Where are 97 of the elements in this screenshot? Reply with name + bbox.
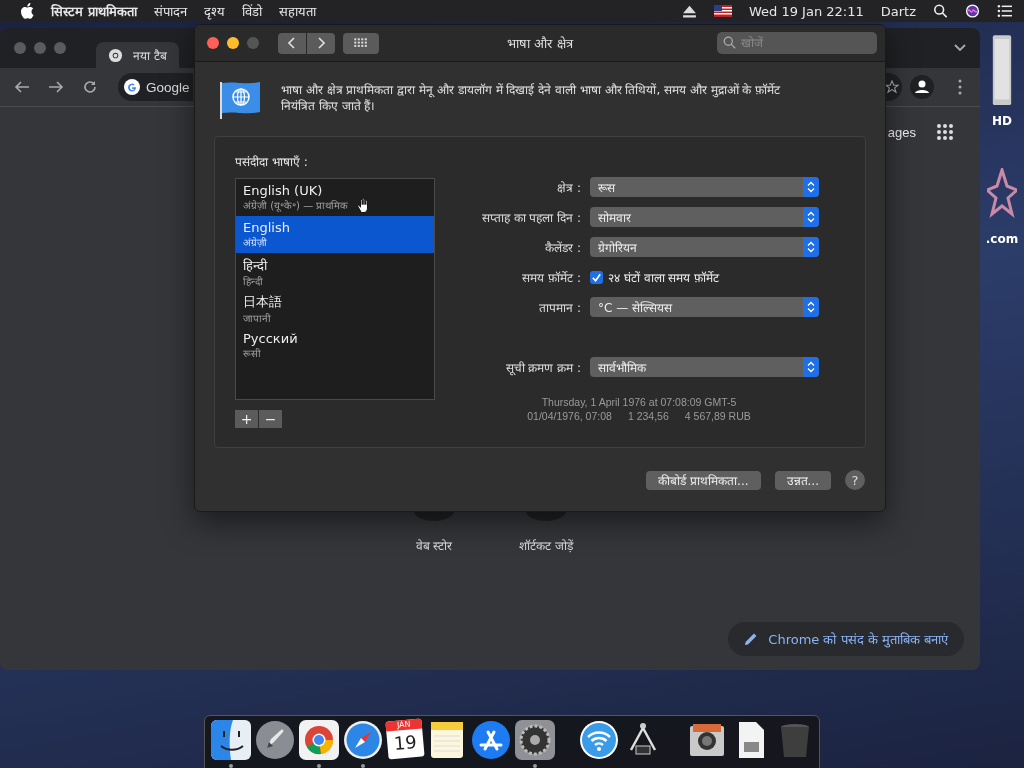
push-button[interactable]: उन्नत... xyxy=(774,470,831,490)
menu-item[interactable]: सहायता xyxy=(278,2,316,20)
window-title: भाषा और क्षेत्र xyxy=(507,35,573,52)
checkbox[interactable] xyxy=(590,270,603,284)
shortcut-label[interactable]: वेब स्टोर xyxy=(415,537,453,554)
up-down-chevrons-icon xyxy=(807,301,815,313)
sample-value: 4 567,89 RUB xyxy=(684,409,751,423)
remove-button[interactable]: − xyxy=(259,410,282,428)
language-item[interactable]: English अंग्रेज़ी xyxy=(236,216,434,253)
smiling-face-icon[interactable] xyxy=(211,720,251,760)
sample-value: 1 234,56 xyxy=(627,409,669,423)
sample-date: Thursday, 1 April 1976 at 07:08:09 GMT-5 xyxy=(541,395,737,409)
reload-icon[interactable] xyxy=(82,79,98,95)
gear-icon[interactable] xyxy=(515,720,555,760)
grid-icon xyxy=(354,38,368,48)
show-all-button[interactable] xyxy=(343,32,379,54)
chevron-right-icon xyxy=(317,37,325,49)
menu-item[interactable]: विंडो xyxy=(241,2,262,20)
apps-grid-icon[interactable] xyxy=(936,123,954,141)
flag-icon[interactable] xyxy=(713,5,732,17)
menu-item[interactable]: संपादन xyxy=(153,2,187,20)
language-subtitle: हिन्दी xyxy=(243,274,263,288)
language-name: 日本語 xyxy=(243,292,282,311)
push-button[interactable]: कीबोर्ड प्राथमिकता... xyxy=(646,470,761,490)
language-item[interactable]: हिन्दी हिन्दी xyxy=(236,253,434,290)
language-name: English (UK) xyxy=(243,183,323,198)
app-store-icon[interactable] xyxy=(471,720,511,760)
images-link[interactable]: ages xyxy=(887,124,916,140)
back-button[interactable] xyxy=(278,32,306,54)
language-subtitle: अंग्रेज़ी (यू॰के॰) — प्राथमिक xyxy=(243,199,349,212)
help-button[interactable]: ? xyxy=(845,470,865,490)
language-item[interactable]: English (UK) अंग्रेज़ी (यू॰के॰) — प्राथमिक xyxy=(236,179,434,216)
chevron-down-icon[interactable] xyxy=(954,44,966,52)
close-button[interactable] xyxy=(207,37,219,49)
calendar-icon[interactable]: JAN 19 xyxy=(385,718,425,760)
up-down-chevrons-icon xyxy=(807,181,815,193)
shortcut-label[interactable]: शॉर्टकट जोड़ें xyxy=(519,537,573,554)
setting-label: तापमान : xyxy=(538,299,581,316)
setting-label: सूची क्रमण क्रम : xyxy=(504,359,581,376)
chrome-icon[interactable] xyxy=(299,720,339,760)
language-subtitle: जापानी xyxy=(243,311,271,325)
address-bar[interactable]: Google xyxy=(118,73,193,101)
zoom-button[interactable] xyxy=(54,42,66,54)
setting-label: कैलेंडर : xyxy=(544,239,581,256)
user-name[interactable]: Dartz xyxy=(880,3,916,19)
up-down-chevrons-icon xyxy=(807,241,815,253)
star-icon[interactable] xyxy=(885,80,899,94)
app-menu[interactable]: सिस्टम प्राथमिकता xyxy=(51,2,137,20)
language-item[interactable]: 日本語 जापानी xyxy=(236,290,434,327)
eject-icon[interactable] xyxy=(681,4,697,18)
up-down-chevrons-icon xyxy=(807,211,815,223)
google-g-icon xyxy=(124,79,140,95)
profile-icon[interactable] xyxy=(910,75,934,99)
clock[interactable]: Wed 19 Jan 22:11 xyxy=(748,3,864,19)
languages-label: पसंदीदा भाषाएँ : xyxy=(235,154,309,170)
setting-label: समय फ़ॉर्मेट : xyxy=(521,269,581,286)
sample-value: 01/04/1976, 07:08 xyxy=(527,409,612,423)
compass-icon[interactable] xyxy=(343,720,383,760)
hand-cursor-icon xyxy=(357,197,371,214)
more-menu-icon[interactable] xyxy=(958,79,962,95)
pencil-icon xyxy=(744,632,759,646)
language-subtitle: अंग्रेज़ी xyxy=(243,236,267,249)
chevron-left-icon xyxy=(288,37,296,49)
description-text: भाषा और क्षेत्र प्राथमिकता द्वारा मेनू और डायलॉग में दिखाई देने वाली भाषा और तिथियों, समय और मुद्राओं के फ़ॉर्मेट नियंत्रित किए जाते हैं। xyxy=(281,82,781,114)
dropdown[interactable]: सोमवार xyxy=(590,207,819,227)
dropdown[interactable]: सार्वभौमिक xyxy=(590,357,819,377)
search-icon[interactable] xyxy=(933,4,948,18)
setting-label: सप्ताह का पहला दिन : xyxy=(480,209,581,226)
dropdown[interactable]: °C — सेल्सियस xyxy=(590,297,819,317)
language-name: English xyxy=(243,220,290,235)
desktop-icon-label[interactable]: HD xyxy=(992,114,1012,128)
list-icon[interactable] xyxy=(997,4,1012,18)
forward-icon[interactable] xyxy=(48,79,64,95)
checkbox-label[interactable]: २४ घंटों वाला समय फ़ॉर्मेट xyxy=(608,268,720,286)
minimize-button[interactable] xyxy=(227,37,239,49)
language-name: हिन्दी xyxy=(243,256,267,274)
language-item[interactable]: Русский रूसी xyxy=(236,327,434,364)
language-subtitle: रूसी xyxy=(243,347,261,360)
desktop-icon-label[interactable]: .com xyxy=(985,232,1019,246)
forward-button[interactable] xyxy=(307,32,335,54)
add-button[interactable]: + xyxy=(235,410,258,428)
close-button[interactable] xyxy=(14,42,26,54)
search-icon xyxy=(723,36,736,49)
chrome-icon xyxy=(108,47,123,63)
setting-label: क्षेत्र : xyxy=(556,179,581,196)
dropdown[interactable]: ग्रेगोरियन xyxy=(590,237,819,257)
globe-flag-icon xyxy=(219,80,261,120)
dropdown[interactable]: रूस xyxy=(590,177,819,197)
menu-item[interactable]: दृश्य xyxy=(203,2,225,20)
siri-icon[interactable] xyxy=(965,4,980,18)
customize-button[interactable]: Chrome को पसंद के मुताबिक बनाएं xyxy=(728,622,964,656)
wifi-icon[interactable] xyxy=(579,720,619,760)
language-name: Русский xyxy=(243,331,298,346)
back-icon[interactable] xyxy=(14,79,30,95)
up-down-chevrons-icon xyxy=(807,361,815,373)
browser-tab[interactable]: नया टैब xyxy=(96,42,179,68)
apple-icon[interactable] xyxy=(20,3,34,19)
